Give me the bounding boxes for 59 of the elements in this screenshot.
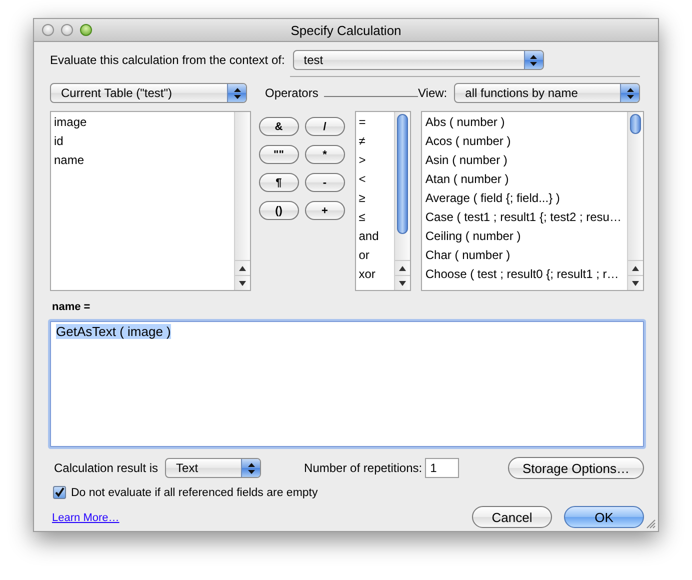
function-item[interactable]: Case ( test1 ; result1 {; test2 ; resu… xyxy=(425,208,627,227)
operator-item[interactable]: or xyxy=(358,246,394,265)
operator-button[interactable]: & xyxy=(258,117,299,136)
operator-button[interactable]: - xyxy=(304,173,345,192)
operator-item[interactable]: ≠ xyxy=(358,132,394,151)
scroll-bar[interactable] xyxy=(627,112,643,290)
field-item[interactable]: id xyxy=(54,132,234,151)
operator-button[interactable]: / xyxy=(304,117,345,136)
checkbox-label: Do not evaluate if all referenced fields are empty xyxy=(71,486,318,498)
context-popup[interactable]: test xyxy=(292,50,544,70)
resize-grip-icon[interactable] xyxy=(646,519,656,529)
scroll-bar[interactable] xyxy=(394,112,410,290)
function-item[interactable]: Char ( number ) xyxy=(425,246,627,265)
function-item[interactable]: Acos ( number ) xyxy=(425,132,627,151)
result-type-popup[interactable]: Text xyxy=(165,458,262,478)
context-label: Evaluate this calculation from the context of: xyxy=(50,53,285,67)
up-down-arrows-icon xyxy=(248,462,255,474)
dialog-button[interactable]: Cancel xyxy=(472,506,552,528)
up-down-arrows-icon xyxy=(530,54,538,66)
function-item[interactable]: Choose ( test ; result0 {; result1 ; r… xyxy=(425,265,627,284)
formula-field[interactable]: GetAsText ( image ) xyxy=(50,321,644,447)
operator-button[interactable]: () xyxy=(258,201,299,220)
operator-item[interactable]: ≥ xyxy=(358,189,394,208)
window-title: Specify Calculation xyxy=(290,22,402,38)
storage-options-button[interactable]: Storage Options… xyxy=(508,457,644,479)
close-button[interactable] xyxy=(42,24,54,36)
repetitions-label: Number of repetitions: xyxy=(304,461,422,475)
view-popup[interactable]: all functions by name xyxy=(454,83,640,103)
operator-item[interactable]: ≤ xyxy=(358,208,394,227)
function-item[interactable]: Abs ( number ) xyxy=(425,113,627,132)
table-popup[interactable]: Current Table ("test") xyxy=(50,83,247,103)
learn-more-link[interactable]: Learn More… xyxy=(52,512,120,524)
operator-button[interactable]: * xyxy=(304,145,345,164)
up-down-arrows-icon xyxy=(626,88,634,98)
operator-button[interactable]: "" xyxy=(258,145,299,164)
operator-button[interactable]: ¶ xyxy=(258,173,299,192)
field-item[interactable]: name xyxy=(54,151,234,170)
function-item[interactable]: Average ( field {; field...} ) xyxy=(425,189,627,208)
operator-button[interactable]: + xyxy=(304,201,345,220)
checkbox[interactable] xyxy=(53,486,66,499)
function-item[interactable]: Atan ( number ) xyxy=(425,170,627,189)
operator-item[interactable]: xor xyxy=(358,265,394,284)
field-item[interactable]: image xyxy=(54,113,234,132)
view-label: View: xyxy=(418,86,448,100)
scroll-bar[interactable] xyxy=(234,112,250,290)
up-down-arrows-icon xyxy=(234,88,240,98)
function-item[interactable]: Asin ( number ) xyxy=(425,151,627,170)
operator-item[interactable]: < xyxy=(358,170,394,189)
minimize-button[interactable] xyxy=(61,24,73,36)
dialog-button[interactable]: OK xyxy=(564,506,644,528)
operator-item[interactable]: = xyxy=(358,113,394,132)
operator-item[interactable]: and xyxy=(358,227,394,246)
repetitions-field[interactable]: 1 xyxy=(425,458,460,478)
formula-label: name = xyxy=(52,301,92,313)
result-type-label: Calculation result is xyxy=(54,461,158,475)
operators-label: Operators xyxy=(265,86,318,100)
operator-item[interactable]: > xyxy=(358,151,394,170)
function-item[interactable]: Ceiling ( number ) xyxy=(425,227,627,246)
zoom-button[interactable] xyxy=(80,24,92,36)
